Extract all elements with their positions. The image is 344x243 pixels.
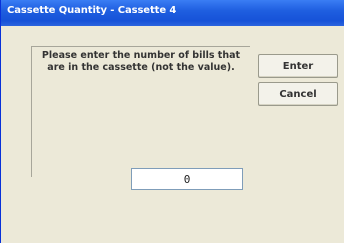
prompt-text: Please enter the number of bills that ar…	[41, 50, 241, 73]
dialog-window: Cassette Quantity - Cassette 4 Please en…	[0, 0, 344, 243]
enter-button[interactable]: Enter	[258, 54, 338, 78]
dialog-body: Please enter the number of bills that ar…	[1, 26, 344, 243]
title-bar[interactable]: Cassette Quantity - Cassette 4	[1, 0, 344, 27]
window-title: Cassette Quantity - Cassette 4	[7, 5, 177, 16]
cancel-button[interactable]: Cancel	[258, 82, 338, 106]
bill-count-input[interactable]	[131, 168, 243, 190]
